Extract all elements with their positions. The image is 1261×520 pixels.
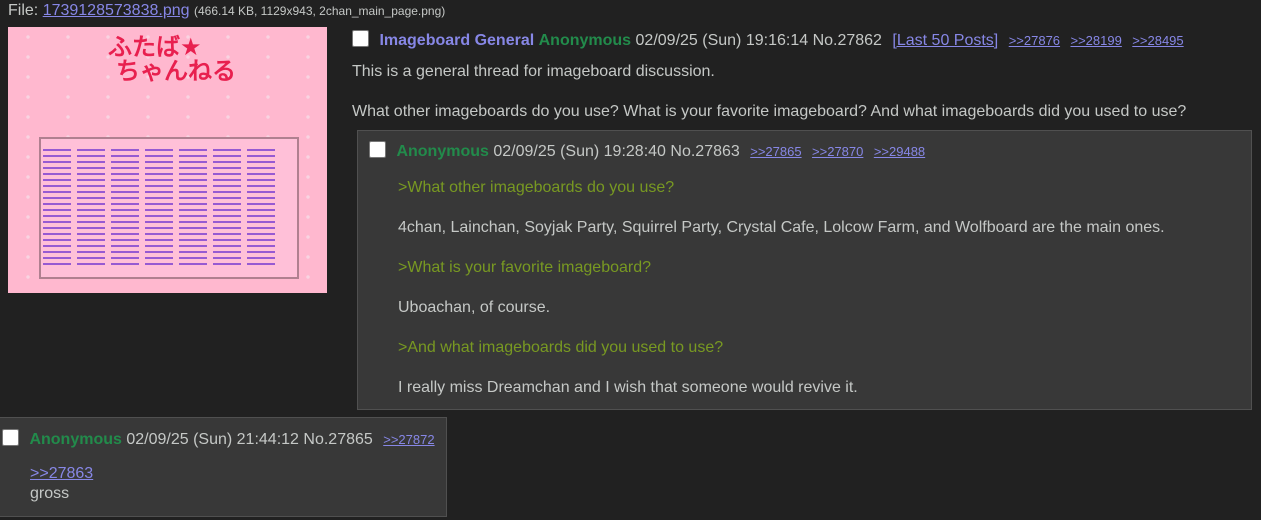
reply-name: Anonymous <box>396 143 489 160</box>
op-paragraph: What other imageboards do you use? What … <box>352 103 1187 120</box>
thread-thumbnail[interactable]: ふたば★ ちゃんねる <box>8 27 327 293</box>
backlink[interactable]: >>28495 <box>1132 33 1183 48</box>
backlink[interactable]: >>28199 <box>1071 33 1122 48</box>
thumbnail-logo-line2: ちゃんねる <box>116 57 236 85</box>
file-info: File: 1739128573838.png (466.14 KB, 1129… <box>8 2 445 20</box>
backlink[interactable]: >>27865 <box>750 144 801 159</box>
op-post-number[interactable]: No.27862 <box>813 32 882 49</box>
reply-datetime: 02/09/25 (Sun) 21:44:12 <box>126 431 299 448</box>
reply-post-number[interactable]: No.27865 <box>303 431 372 448</box>
backlink[interactable]: >>27872 <box>383 432 434 447</box>
op-header: Imageboard General Anonymous 02/09/25 (S… <box>352 30 1184 50</box>
reply-text: Uboachan, of course. <box>398 299 551 316</box>
reply-text: I really miss Dreamchan and I wish that … <box>398 379 858 396</box>
op-datetime: 02/09/25 (Sun) 19:16:14 <box>635 32 809 49</box>
reply-text: gross <box>30 485 70 502</box>
thumbnail-link-grid <box>39 137 299 279</box>
reply-body: >>27863 gross <box>30 464 93 504</box>
quote-link[interactable]: >>27863 <box>30 464 93 484</box>
greentext-line: >What other imageboards do you use? <box>398 179 675 196</box>
backlink[interactable]: >>27870 <box>812 144 863 159</box>
reply-text: 4chan, Lainchan, Soyjak Party, Squirrel … <box>398 219 1165 236</box>
reply-header: Anonymous 02/09/25 (Sun) 21:44:12 No.278… <box>2 429 435 449</box>
file-link[interactable]: 1739128573838.png <box>43 2 190 19</box>
reply-header: Anonymous 02/09/25 (Sun) 19:28:40 No.278… <box>369 141 925 161</box>
op-name: Anonymous <box>538 32 632 49</box>
file-meta: (466.14 KB, 1129x943, 2chan_main_page.pn… <box>193 4 446 18</box>
reply-checkbox[interactable] <box>2 429 19 446</box>
reply-post-number[interactable]: No.27863 <box>670 143 739 160</box>
reply-body: >What other imageboards do you use? 4cha… <box>398 178 1165 418</box>
op-paragraph: This is a general thread for imageboard … <box>352 63 715 80</box>
reply-post: Anonymous 02/09/25 (Sun) 21:44:12 No.278… <box>0 417 447 517</box>
last-50-posts-link[interactable]: [Last 50 Posts] <box>892 32 998 49</box>
greentext-line: >And what imageboards did you used to us… <box>398 339 724 356</box>
file-label: File: <box>8 2 39 19</box>
op-checkbox[interactable] <box>352 30 369 47</box>
reply-post: Anonymous 02/09/25 (Sun) 19:28:40 No.278… <box>357 130 1252 410</box>
reply-name: Anonymous <box>29 431 122 448</box>
backlink[interactable]: >>29488 <box>874 144 925 159</box>
op-subject: Imageboard General <box>379 32 535 49</box>
reply-checkbox[interactable] <box>369 141 386 158</box>
greentext-line: >What is your favorite imageboard? <box>398 259 652 276</box>
backlink[interactable]: >>27876 <box>1009 33 1060 48</box>
reply-datetime: 02/09/25 (Sun) 19:28:40 <box>493 143 666 160</box>
thumbnail-logo: ふたば★ ちゃんねる <box>108 35 236 83</box>
